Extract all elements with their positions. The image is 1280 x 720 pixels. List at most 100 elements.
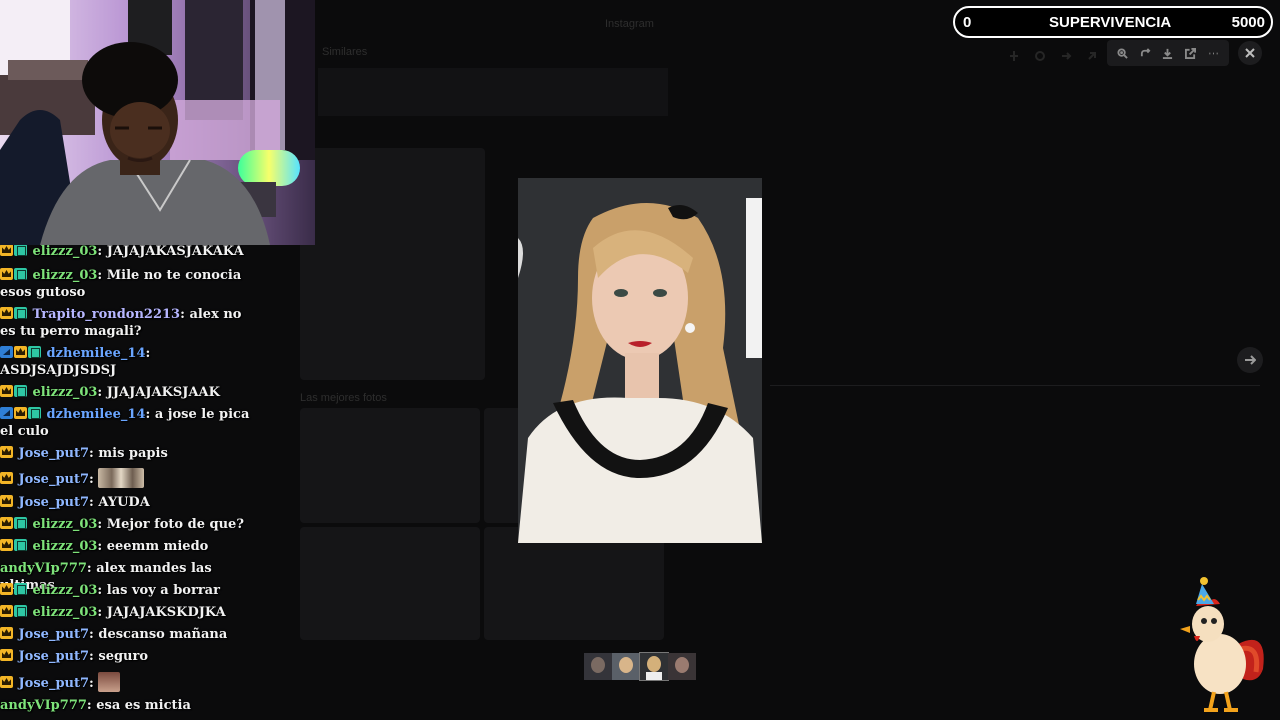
close-viewer-button[interactable] (1238, 41, 1262, 65)
more-icon[interactable] (1206, 45, 1222, 61)
chat-message: Jose_put7: (0, 672, 258, 692)
chat-message: dzhemilee_14: ASDJSAJDJSDSJ (0, 346, 151, 378)
chat-username: Trapito_rondon2213 (32, 307, 181, 322)
chat-text: seguro (98, 649, 149, 664)
chat-message: Jose_put7: (0, 468, 258, 488)
crown-badge-icon (0, 627, 13, 639)
crown-badge-icon (0, 676, 13, 688)
chat-username: elizzz_03 (32, 517, 98, 532)
crown-badge-icon (0, 245, 13, 256)
background-card (300, 408, 480, 523)
chat-message: elizzz_03: Mejor foto de que? (0, 516, 258, 533)
background-card (300, 527, 480, 640)
chat-message: dzhemilee_14: a jose le pica el culo (0, 407, 250, 439)
chat-message: elizzz_03: las voy a borrar (0, 582, 258, 599)
chat-emote-image (98, 672, 121, 692)
crown-badge-icon (0, 446, 13, 458)
chat-message: Jose_put7: AYUDA (0, 494, 258, 511)
chat-username: Jose_put7 (18, 472, 90, 487)
counter-goal: 5000 (1231, 13, 1265, 31)
chat-username: elizzz_03 (32, 605, 98, 620)
arrow-right-icon (1245, 355, 1256, 365)
chat-text: mis papis (98, 446, 168, 461)
background-tab-title: Instagram (605, 18, 654, 30)
chat-message: elizzz_03: JAJAJAKASJAKAKA (0, 245, 258, 260)
chat-username: elizzz_03 (32, 268, 98, 283)
crown-badge-icon (0, 385, 13, 397)
crown-badge-icon (14, 407, 27, 419)
chat-emote-image (98, 468, 145, 488)
blue-badge-icon (0, 346, 13, 358)
share-icon (1086, 47, 1098, 60)
chat-message: Jose_put7: seguro (0, 648, 258, 665)
chat-message: Trapito_rondon2213: alex no es tu perro … (0, 307, 242, 339)
chat-overlay: elizzz_03: JAJAJAKASJAKAKA elizzz_03: Mi… (0, 245, 260, 720)
chat-text: Mejor foto de que? (106, 517, 244, 532)
subscriber-badge-icon (14, 307, 27, 319)
chat-username: andyVIp777 (0, 698, 87, 713)
crown-badge-icon (0, 517, 13, 529)
chat-username: elizzz_03 (32, 245, 98, 259)
crown-badge-icon (0, 583, 13, 595)
background-divider (770, 385, 1260, 386)
subscriber-badge-icon (28, 346, 41, 358)
webcam-feed (0, 0, 315, 245)
chat-message: elizzz_03: JAJAJAKSKDJKA (0, 604, 258, 621)
chat-text: JAJAJAKSKDJKA (106, 605, 226, 620)
chat-text: eeemm miedo (106, 539, 209, 554)
zoom-in-icon[interactable] (1114, 45, 1130, 61)
chat-text: esa es mictia (96, 698, 191, 713)
subscriber-badge-icon (14, 539, 27, 551)
chat-text: las voy a borrar (106, 583, 220, 598)
chat-username: elizzz_03 (32, 583, 98, 598)
thumbnail[interactable] (584, 653, 612, 680)
thumbnail[interactable] (668, 653, 696, 680)
crown-badge-icon (0, 268, 13, 280)
background-thumbnail-strip (318, 68, 668, 116)
arrow-icon (1060, 47, 1072, 60)
open-external-icon[interactable] (1183, 45, 1199, 61)
background-card (300, 148, 485, 380)
pin-icon (1034, 47, 1046, 61)
background-section-label-2: Las mejores fotos (300, 392, 387, 404)
background-card (484, 527, 664, 640)
chat-text: AYUDA (98, 495, 150, 510)
chat-message: elizzz_03: JJAJAJAKSJAAK (0, 384, 258, 401)
counter-current: 0 (963, 13, 972, 31)
chat-message: Jose_put7: mis papis (0, 445, 258, 462)
subscriber-badge-icon (14, 385, 27, 397)
background-section-label: Similares (322, 46, 368, 58)
subscriber-badge-icon (14, 245, 27, 256)
thumbnail-selected[interactable] (639, 652, 669, 681)
chat-username: elizzz_03 (32, 539, 98, 554)
crown-badge-icon (0, 649, 13, 661)
crown-badge-icon (0, 307, 13, 319)
download-icon[interactable] (1160, 45, 1176, 61)
thumbnail-strip (584, 652, 696, 681)
chat-username: dzhemilee_14 (46, 346, 146, 361)
thumbnail[interactable] (612, 653, 640, 680)
next-image-button[interactable] (1237, 347, 1263, 373)
chat-username: Jose_put7 (18, 627, 90, 642)
crown-badge-icon (14, 346, 27, 358)
chicken-mascot-icon (1178, 574, 1268, 714)
chat-text: ASDJSAJDJSDSJ (0, 363, 117, 378)
rotate-icon[interactable] (1137, 45, 1153, 61)
chat-text: JAJAJAKASJAKAKA (106, 245, 244, 259)
chat-message: andyVIp777: esa es mictia (0, 698, 191, 713)
chat-text: JJAJAJAKSJAAK (106, 385, 220, 400)
crown-badge-icon (0, 539, 13, 551)
chat-username: Jose_put7 (18, 676, 90, 691)
chat-username: Jose_put7 (18, 446, 90, 461)
subscriber-badge-icon (14, 517, 27, 529)
subscriber-badge-icon (14, 605, 27, 617)
chat-text: descanso mañana (98, 627, 228, 642)
chat-username: elizzz_03 (32, 385, 98, 400)
pin-icon (1008, 47, 1020, 61)
crown-badge-icon (0, 495, 13, 507)
chat-message: elizzz_03: eeemm miedo (0, 538, 258, 555)
image-viewer-toolbar (1107, 40, 1229, 66)
subscriber-badge-icon (14, 268, 27, 280)
counter-title: SUPERVIVENCIA (1049, 13, 1172, 31)
close-icon (1245, 48, 1255, 58)
